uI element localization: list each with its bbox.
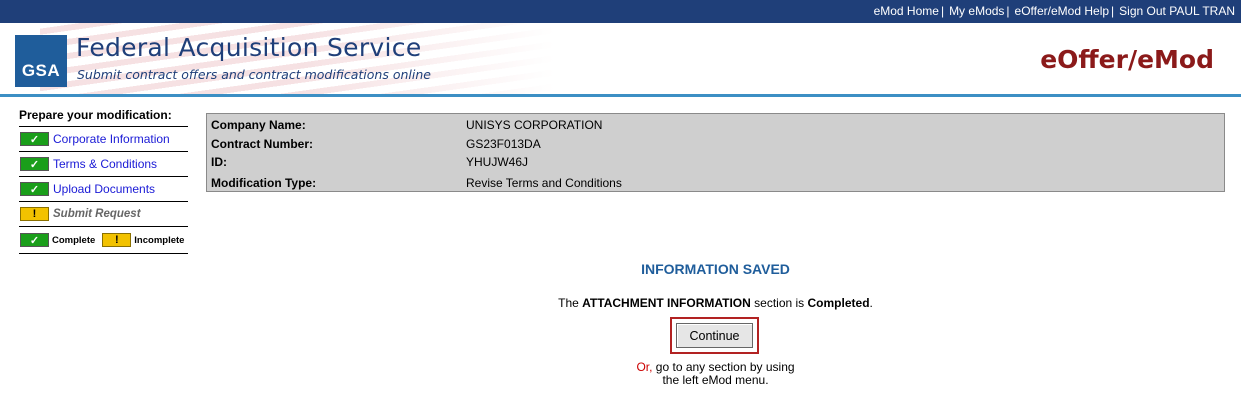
or-line-1: go to any section by using xyxy=(655,360,795,374)
info-row-contract-number: Contract Number: GS23F013DA xyxy=(211,137,541,155)
msg-section-name: ATTACHMENT INFORMATION xyxy=(582,296,751,310)
msg-end: . xyxy=(869,296,873,310)
help-link[interactable]: eOffer/eMod Help xyxy=(1015,4,1110,18)
top-nav-bar: eMod Home | My eMods | eOffer/eMod Help | Sign… xyxy=(0,0,1241,23)
info-label: Company Name: xyxy=(211,118,306,132)
sidebar-item-terms-conditions[interactable]: ✓ Terms & Conditions xyxy=(19,152,188,177)
check-icon: ✓ xyxy=(20,182,49,196)
info-value: UNISYS CORPORATION xyxy=(466,118,603,132)
nav-separator: | xyxy=(1006,4,1010,18)
gsa-logo-text: GSA xyxy=(21,61,61,80)
info-row-modification-type: Modification Type: Revise Terms and Cond… xyxy=(211,176,622,194)
info-value: GS23F013DA xyxy=(466,137,541,151)
sidebar-item-label[interactable]: Corporate Information xyxy=(53,132,170,146)
info-value: YHUJW46J xyxy=(466,155,529,169)
check-icon: ✓ xyxy=(20,233,49,247)
check-icon: ✓ xyxy=(20,132,49,146)
sidebar-item-label: Submit Request xyxy=(53,208,141,220)
modification-menu: Prepare your modification: ✓ Corporate I… xyxy=(19,108,188,254)
contract-info-panel: Company Name: UNISYS CORPORATION Contrac… xyxy=(206,113,1225,192)
info-row-id: ID: YHUJW46J xyxy=(211,155,528,173)
header-divider xyxy=(0,94,1241,97)
sign-out-link[interactable]: Sign Out PAUL TRAN xyxy=(1119,4,1235,18)
status-legend: ✓ Complete ! Incomplete xyxy=(19,227,188,254)
msg-middle: section is xyxy=(754,296,805,310)
menu-heading: Prepare your modification: xyxy=(19,108,188,127)
sidebar-item-submit-request: ! Submit Request xyxy=(19,202,188,227)
agency-subtitle: Submit contract offers and contract modi… xyxy=(77,67,431,82)
sidebar-item-upload-documents[interactable]: ✓ Upload Documents xyxy=(19,177,188,202)
check-icon: ✓ xyxy=(20,157,49,171)
saved-message: The ATTACHMENT INFORMATION section is Co… xyxy=(0,296,1241,310)
info-label: ID: xyxy=(211,155,227,169)
continue-highlight: Continue xyxy=(670,317,759,354)
sidebar-item-label[interactable]: Upload Documents xyxy=(53,182,155,196)
legend-incomplete-label: Incomplete xyxy=(134,234,185,246)
info-value: Revise Terms and Conditions xyxy=(466,176,622,190)
nav-separator: | xyxy=(940,4,945,18)
info-row-company: Company Name: UNISYS CORPORATION xyxy=(211,118,602,136)
legend-complete-label: Complete xyxy=(52,234,96,246)
gsa-logo[interactable]: GSA xyxy=(15,35,67,87)
msg-prefix: The xyxy=(558,296,579,310)
agency-title: Federal Acquisition Service xyxy=(76,33,422,62)
info-label: Modification Type: xyxy=(211,176,317,190)
or-word: Or, xyxy=(636,360,653,374)
exclamation-icon: ! xyxy=(20,207,49,221)
emod-home-link[interactable]: eMod Home xyxy=(874,4,939,18)
app-title: eOffer/eMod xyxy=(1040,45,1214,74)
site-header: GSA Federal Acquisition Service Submit c… xyxy=(0,23,1241,95)
continue-button[interactable]: Continue xyxy=(676,323,753,348)
top-nav-links: eMod Home | My eMods | eOffer/eMod Help | Sign… xyxy=(874,4,1235,18)
exclamation-icon: ! xyxy=(102,233,132,247)
alternative-navigation-note: Or, go to any section by using the left … xyxy=(0,361,1241,387)
my-emods-link[interactable]: My eMods xyxy=(949,4,1004,18)
or-line-2: the left eMod menu. xyxy=(662,373,769,387)
nav-separator: | xyxy=(1111,4,1115,18)
sidebar-item-corporate-information[interactable]: ✓ Corporate Information xyxy=(19,127,188,152)
sidebar-item-label[interactable]: Terms & Conditions xyxy=(53,157,157,171)
info-label: Contract Number: xyxy=(211,137,314,151)
information-saved-heading: INFORMATION SAVED xyxy=(641,261,790,277)
msg-status: Completed xyxy=(807,296,870,310)
